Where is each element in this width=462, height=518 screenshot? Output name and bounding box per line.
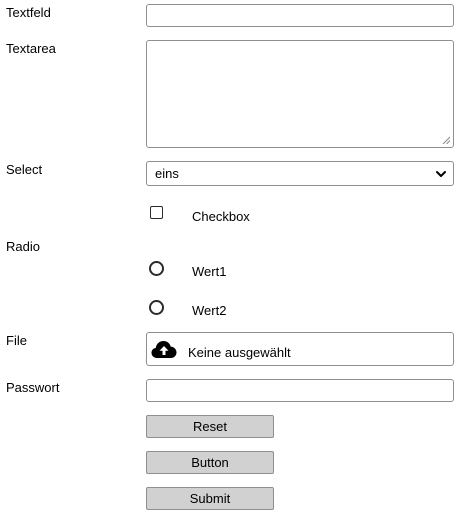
resize-grip-icon[interactable]: [442, 136, 450, 144]
select-dropdown[interactable]: eins: [146, 161, 454, 186]
select-value: eins: [155, 166, 179, 181]
checkbox-label: Checkbox: [192, 209, 250, 224]
radio-wert2[interactable]: [149, 300, 164, 315]
chevron-down-icon: [436, 171, 446, 177]
checkbox-input[interactable]: [150, 206, 163, 219]
textfield-input[interactable]: [146, 4, 454, 27]
select-label: Select: [6, 162, 43, 177]
button-button[interactable]: Button: [146, 451, 274, 474]
radio-wert1[interactable]: [149, 261, 164, 276]
file-input[interactable]: Keine ausgewählt: [146, 332, 454, 366]
file-label: File: [6, 333, 27, 348]
cloud-upload-icon: [151, 341, 177, 358]
reset-button[interactable]: Reset: [146, 415, 274, 438]
password-label: Passwort: [6, 380, 60, 395]
file-status: Keine ausgewählt: [188, 345, 291, 360]
radio-wert2-label: Wert2: [192, 303, 227, 318]
radio-wert1-label: Wert1: [192, 264, 227, 279]
textarea-label: Textarea: [6, 41, 56, 56]
password-input[interactable]: [146, 379, 454, 402]
textarea-input[interactable]: [146, 40, 454, 148]
submit-button[interactable]: Submit: [146, 487, 274, 510]
radio-label: Radio: [6, 239, 40, 254]
textfield-label: Textfeld: [6, 5, 51, 20]
